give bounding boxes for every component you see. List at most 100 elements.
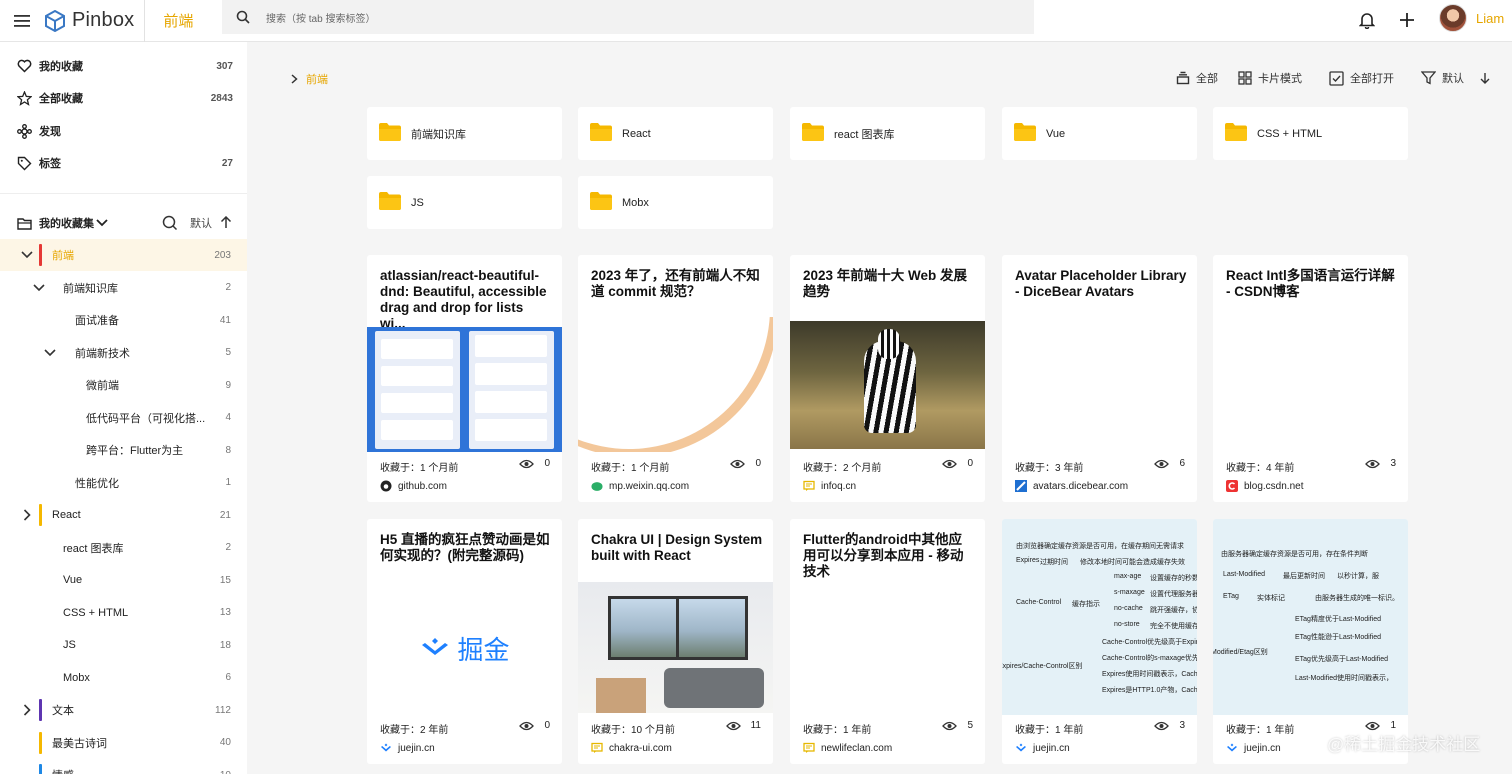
folder-card[interactable]: Mobx	[578, 176, 773, 229]
bookmark-thumbnail[interactable]	[790, 321, 985, 449]
saved-time: 收藏于：2 个月前	[803, 463, 882, 474]
search-bar[interactable]: 搜索（按 tab 搜索标签）	[222, 0, 1034, 34]
bookmark-card[interactable]: Chakra UI | Design System built with Rea…	[578, 519, 773, 764]
bookmark-card[interactable]: 由服务器确定缓存资源是否可用，存在条件判断 Last-Modified 最后更新时间…	[1213, 519, 1408, 764]
sidebar-item-discover[interactable]: 发现	[0, 115, 247, 147]
bookmark-card[interactable]: React Intl多国语言运行详解 - CSDN博客 收藏于：4 年前 3 blog…	[1213, 255, 1408, 502]
logo[interactable]: Pinbox	[44, 0, 146, 42]
bookmark-title[interactable]: Flutter的android中其他应用可以分享到本应用 - 移动技术	[803, 532, 975, 580]
view-count: 3	[1154, 720, 1185, 731]
source-link[interactable]: avatars.dicebear.com	[1015, 480, 1128, 492]
mindmap-node: no-cache	[1114, 605, 1143, 612]
sidebar-tree-item[interactable]: 跨平台：Flutter为主 8	[0, 434, 247, 466]
bookmark-title[interactable]: Avatar Placeholder Library - DiceBear Av…	[1015, 268, 1187, 300]
chevron-down-icon[interactable]	[96, 216, 108, 230]
bookmark-thumbnail[interactable]: 由浏览器确定缓存资源是否可用，在缓存期间无需请求 Expires 过期时间 修改本地时…	[1002, 519, 1197, 715]
bookmark-card[interactable]: H5 直播的疯狂点赞动画是如何实现的？(附完整源码) 掘金 收藏于：2 年前 0 jue…	[367, 519, 562, 764]
folder-card[interactable]: Vue	[1002, 107, 1197, 160]
source-link[interactable]: juejin.cn	[380, 742, 435, 754]
folder-card[interactable]: JS	[367, 176, 562, 229]
favicon	[1226, 480, 1238, 492]
bookmark-thumbnail[interactable]: 掘金	[367, 583, 562, 713]
stack-icon	[1176, 71, 1190, 85]
bookmark-title[interactable]: 2023 年了，还有前端人不知道 commit 规范？	[591, 268, 763, 300]
source-link[interactable]: juejin.cn	[1015, 742, 1070, 754]
bookmark-thumbnail[interactable]	[578, 317, 773, 452]
bookmark-title[interactable]: 2023 年前端十大 Web 发展趋势	[803, 268, 975, 300]
avatar[interactable]	[1439, 4, 1467, 32]
username[interactable]: Liam	[1476, 11, 1504, 26]
sidebar-tree-item[interactable]: 面试准备 41	[0, 304, 247, 336]
collection-sort-label[interactable]: 默认	[190, 215, 212, 231]
collection-color-bar	[39, 244, 42, 266]
search-input[interactable]: 搜索（按 tab 搜索标签）	[266, 10, 375, 25]
bookmark-title[interactable]: H5 直播的疯狂点赞动画是如何实现的？(附完整源码)	[380, 532, 552, 564]
bookmark-thumbnail[interactable]	[578, 582, 773, 713]
view-count-value: 6	[1179, 458, 1185, 469]
chevron-down-icon[interactable]	[20, 248, 34, 262]
source-link[interactable]: newlifeclan.com	[803, 742, 892, 754]
folder-card[interactable]: react 图表库	[790, 107, 985, 160]
sidebar-tree-item[interactable]: 情感 10	[0, 759, 247, 774]
chevron-down-icon[interactable]	[32, 281, 46, 295]
arrow-down-icon[interactable]	[1480, 72, 1490, 84]
sidebar-item-my-favorites[interactable]: 我的收藏 307	[0, 50, 247, 82]
source-link[interactable]: juejin.cn	[1226, 742, 1281, 754]
bookmark-thumbnail[interactable]	[367, 327, 562, 452]
mindmap-node: 由服务器生成的唯一标识。	[1315, 595, 1399, 602]
sidebar-tree-item[interactable]: Vue 15	[0, 564, 247, 596]
source-link[interactable]: blog.csdn.net	[1226, 480, 1304, 492]
collections-header[interactable]: 我的收藏集 默认	[0, 207, 247, 239]
notifications-button[interactable]	[1356, 9, 1378, 31]
collection-search-button[interactable]	[162, 215, 178, 234]
sidebar-tree-item[interactable]: CSS + HTML 13	[0, 597, 247, 629]
sidebar-tree-item[interactable]: 最美古诗词 40	[0, 727, 247, 759]
sidebar-tree-item[interactable]: 微前端 9	[0, 369, 247, 401]
sidebar-tree-label: 情感	[52, 767, 74, 774]
folder-card[interactable]: 前端知识库	[367, 107, 562, 160]
add-button[interactable]	[1396, 9, 1418, 31]
source-link[interactable]: infoq.cn	[803, 480, 856, 492]
card-mode-button[interactable]: 卡片模式	[1238, 70, 1302, 86]
sidebar-tree-item[interactable]: 前端 203	[0, 239, 247, 271]
sort-asc-icon[interactable]	[220, 215, 232, 232]
sidebar-tree-count: 1	[225, 477, 231, 488]
source-link[interactable]: github.com	[380, 480, 447, 492]
sidebar-tree-item[interactable]: react 图表库 2	[0, 532, 247, 564]
source-link[interactable]: chakra-ui.com	[591, 742, 672, 754]
folder-card[interactable]: React	[578, 107, 773, 160]
sidebar-item-tags[interactable]: 标签 27	[0, 147, 247, 179]
bookmark-card[interactable]: 2023 年了，还有前端人不知道 commit 规范？ 收藏于：1 个月前 0 mp.…	[578, 255, 773, 502]
folder-card[interactable]: CSS + HTML	[1213, 107, 1408, 160]
sidebar-tree-item[interactable]: 文本 112	[0, 694, 247, 726]
bookmark-card[interactable]: Flutter的android中其他应用可以分享到本应用 - 移动技术 收藏于：1…	[790, 519, 985, 764]
sidebar-tree-label: 前端新技术	[75, 347, 130, 360]
chevron-down-icon[interactable]	[43, 346, 57, 360]
bookmark-card[interactable]: atlassian/react-beautiful-dnd: Beautiful…	[367, 255, 562, 502]
bookmark-card[interactable]: 2023 年前端十大 Web 发展趋势 收藏于：2 个月前 0 infoq.cn	[790, 255, 985, 502]
sidebar-tree-item[interactable]: JS 18	[0, 629, 247, 661]
filter-all-button[interactable]: 全部	[1176, 70, 1218, 86]
sidebar-tree-item[interactable]: Mobx 6	[0, 662, 247, 694]
bookmark-card[interactable]: Avatar Placeholder Library - DiceBear Av…	[1002, 255, 1197, 502]
menu-button[interactable]	[0, 0, 44, 42]
bookmark-thumbnail[interactable]: 由服务器确定缓存资源是否可用，存在条件判断 Last-Modified 最后更新时间…	[1213, 519, 1408, 715]
mindmap-node: 设置代理服务器	[1150, 591, 1197, 598]
sidebar-tree-item[interactable]: React 21	[0, 499, 247, 531]
bookmark-title[interactable]: Chakra UI | Design System built with Rea…	[591, 532, 763, 564]
bookmark-card[interactable]: 由浏览器确定缓存资源是否可用，在缓存期间无需请求 Expires 过期时间 修改本地时…	[1002, 519, 1197, 764]
plus-icon	[1400, 13, 1414, 27]
chevron-right-icon[interactable]	[20, 703, 34, 717]
sidebar-tree-item[interactable]: 性能优化 1	[0, 467, 247, 499]
sidebar-tree-item[interactable]: 前端知识库 2	[0, 272, 247, 304]
sidebar-tree-item[interactable]: 前端新技术 5	[0, 337, 247, 369]
sidebar-tree-item[interactable]: 低代码平台（可视化搭... 4	[0, 402, 247, 434]
source-link[interactable]: mp.weixin.qq.com	[591, 480, 689, 492]
sort-button[interactable]: 默认	[1421, 70, 1490, 86]
open-all-button[interactable]: 全部打开	[1329, 70, 1394, 86]
bookmark-title[interactable]: React Intl多国语言运行详解 - CSDN博客	[1226, 268, 1398, 300]
sidebar-item-all-favorites[interactable]: 全部收藏 2843	[0, 82, 247, 114]
breadcrumb-current[interactable]: 前端	[306, 71, 328, 87]
chevron-right-icon[interactable]	[20, 508, 34, 522]
bookmark-title[interactable]: atlassian/react-beautiful-dnd: Beautiful…	[380, 268, 552, 332]
